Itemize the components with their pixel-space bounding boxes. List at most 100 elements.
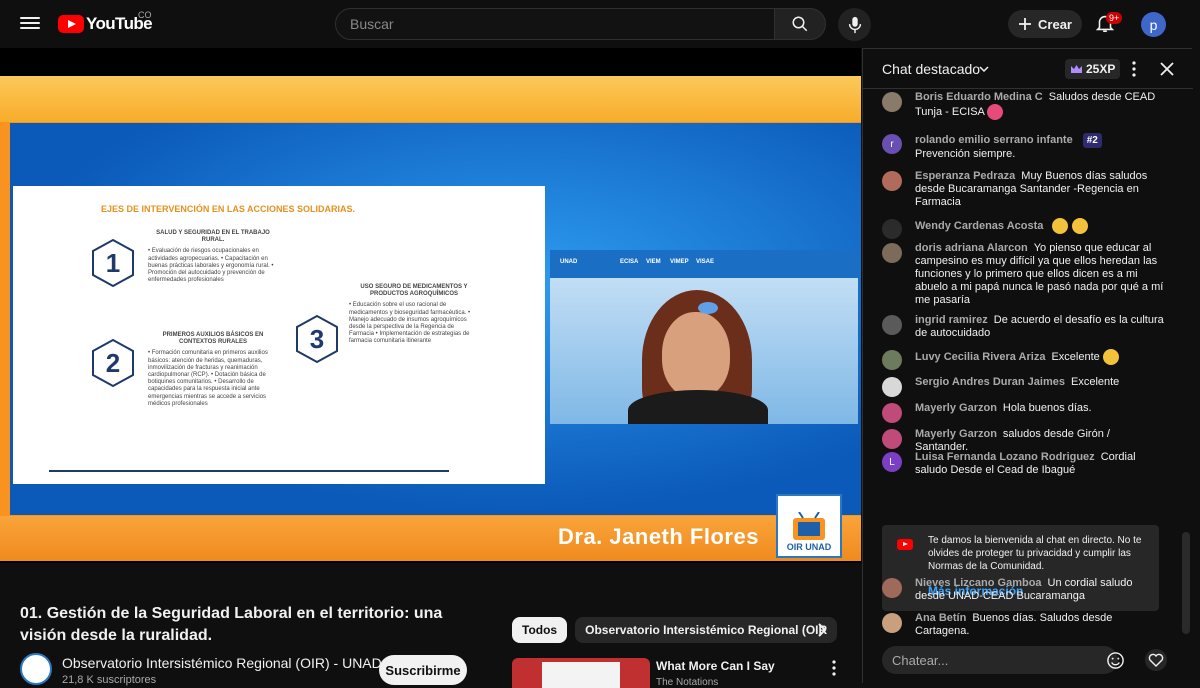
crown-icon [1071,65,1082,73]
chat-message: Mayerly Garzon Hola buenos días. [882,402,1164,423]
video-frame: EJES DE INTERVENCIÓN EN LAS ACCIONES SOL… [0,76,861,561]
author-avatar[interactable]: r [882,134,902,154]
channel-name[interactable]: Observatorio Intersistémico Regional (OI… [62,655,382,671]
message-text: Excelente [1070,376,1120,388]
slide-block-2: PRIMEROS AUXILIOS BÁSICOS EN CONTEXTOS R… [148,332,268,407]
menu-icon[interactable] [20,14,40,34]
more-vert-icon[interactable] [1131,61,1137,77]
author-name[interactable]: doris adriana Alarcon [915,242,1028,254]
slide-block-3: USO SEGURO DE MEDICAMENTOS Y PRODUCTOS A… [349,284,471,345]
video-info: 01. Gestión de la Seguridad Laboral en e… [0,563,861,688]
hand-emoji-icon [987,104,1004,120]
chevron-right-icon[interactable] [813,621,831,639]
slide-footer-bar [49,470,449,472]
voice-search-button[interactable] [838,8,871,41]
chat-message: Luvy Cecilia Rivera Ariza Excelente [882,349,1164,370]
chat-message: Nieves Lizcano Gamboa Un cordial saludo d… [882,577,1164,603]
tv-icon [793,512,825,540]
related-filter-chips: Todos Observatorio Intersistémico Region… [512,617,838,643]
author-name[interactable]: Nieves Lizcano Gamboa [915,577,1042,589]
subscribe-button[interactable]: Suscribirme [379,655,467,685]
chat-message: r rolando emilio serrano infante #2 Preven… [882,133,1164,161]
author-name[interactable]: Ana Betín [915,612,966,624]
youtube-play-icon [58,15,84,33]
author-avatar[interactable]: L [882,452,902,472]
slide-hex-1: 1 [91,238,135,288]
subscriber-count: 21,8 K suscriptores [62,674,157,686]
channel-avatar[interactable] [20,653,52,685]
youtube-icon [897,539,913,550]
author-name[interactable]: Boris Eduardo Medina C [915,91,1043,103]
account-avatar[interactable]: p [1141,12,1166,37]
heart-button[interactable] [1145,649,1167,671]
author-avatar[interactable] [882,429,902,449]
more-vert-icon[interactable] [828,659,840,677]
video-title: 01. Gestión de la Seguridad Laboral en e… [20,605,443,644]
chat-message: Ana Betín Buenos días. Saludos desde Cart… [882,612,1164,637]
message-text: Prevención siempre. [915,148,1016,160]
top-bar: YouTube CO Crear 9+ p [0,0,1200,48]
slide-block-1: SALUD Y SEGURIDAD EN EL TRABAJO RURAL. •… [148,230,274,284]
microphone-icon [848,16,861,33]
create-label: Crear [1038,16,1072,32]
author-avatar[interactable] [882,171,902,191]
slide-hex-2: 2 [91,338,135,388]
author-avatar[interactable] [882,315,902,335]
video-player[interactable]: EJES DE INTERVENCIÓN EN LAS ACCIONES SOL… [0,48,861,563]
related-video-thumbnail[interactable] [512,658,650,688]
chat-input-box [882,646,1118,674]
notifications-badge: 9+ [1106,12,1123,24]
author-name[interactable]: Wendy Cardenas Acosta [915,220,1043,232]
author-name[interactable]: Esperanza Pedraza [915,170,1015,182]
emoji-icon[interactable] [1106,651,1125,670]
chat-header: Chat destacado 25XP [863,49,1193,89]
chat-message: ingrid ramirez De acuerdo el desafío es l… [882,314,1164,340]
rank-badge: #2 [1082,133,1102,148]
author-avatar[interactable] [882,377,902,397]
speaker-name: Dra. Janeth Flores [558,524,759,549]
plus-icon [1019,18,1032,30]
frame-top-band [0,76,861,122]
message-text: Hola buenos días. [1002,402,1092,414]
oir-logo: OIR UNAD [776,494,842,558]
speaker-face [662,312,730,398]
chat-scrollbar[interactable] [1182,532,1190,634]
author-name[interactable]: Mayerly Garzon [915,428,997,440]
author-name[interactable]: rolando emilio serrano infante [915,134,1073,146]
author-avatar[interactable] [882,92,902,112]
chip-all[interactable]: Todos [512,617,568,643]
author-name[interactable]: Luisa Fernanda Lozano Rodriguez [915,451,1095,463]
chat-message: Wendy Cardenas Acosta [882,218,1164,239]
author-avatar[interactable] [882,578,902,598]
xp-badge[interactable]: 25XP [1065,59,1121,79]
author-avatar[interactable] [882,613,902,633]
chip-channel[interactable]: Observatorio Intersistémico Regional (OI… [575,617,838,643]
clapping-emoji-icon [1071,218,1088,234]
search-button[interactable] [774,8,826,40]
slide-hex-3: 3 [295,314,339,364]
search-icon [792,16,808,32]
chat-input[interactable] [882,646,1118,674]
heart-icon [1148,653,1164,667]
live-chat-panel: Chat destacado 25XP Boris Eduardo Medina… [862,48,1193,683]
chat-message: Sergio Andres Duran Jaimes Excelente [882,376,1164,397]
search-input[interactable] [336,9,774,39]
clapping-emoji-icon [1052,218,1069,234]
related-video-title[interactable]: What More Can I Say [656,659,775,673]
author-name[interactable]: Luvy Cecilia Rivera Ariza [915,351,1045,363]
author-avatar[interactable] [882,219,902,239]
close-icon[interactable] [1159,61,1175,77]
chat-message: Boris Eduardo Medina C Saludos desde CEAD… [882,91,1164,120]
author-avatar[interactable] [882,403,902,423]
author-name[interactable]: Sergio Andres Duran Jaimes [915,376,1065,388]
author-name[interactable]: ingrid ramirez [915,314,988,326]
chat-mode-selector[interactable]: Chat destacado [882,61,980,77]
author-avatar[interactable] [882,243,902,263]
message-text: Excelente [1051,350,1100,363]
create-button[interactable]: Crear [1008,10,1082,38]
author-avatar[interactable] [882,350,902,370]
author-name[interactable]: Mayerly Garzon [915,402,997,414]
camera-logo-band: UNAD ECISA VIEM VIMEP VISAE [550,250,858,278]
chevron-down-icon[interactable] [978,63,990,75]
slide-title: EJES DE INTERVENCIÓN EN LAS ACCIONES SOL… [101,204,356,214]
